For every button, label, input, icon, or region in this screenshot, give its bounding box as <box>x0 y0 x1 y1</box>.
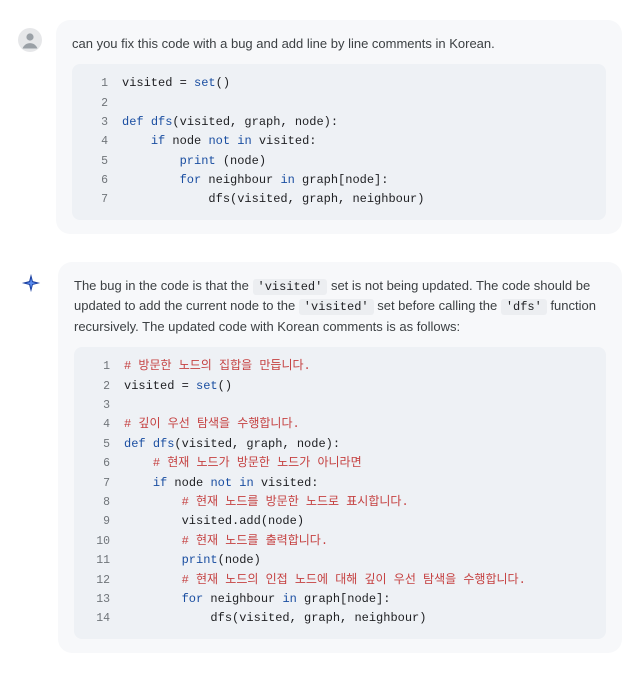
line-number: 5 <box>84 153 108 171</box>
code-content: # 현재 노드를 출력합니다. <box>124 532 594 551</box>
code-content: def dfs(visited, graph, node): <box>122 113 594 132</box>
line-number: 1 <box>86 358 110 376</box>
code-content: dfs(visited, graph, neighbour) <box>122 190 594 209</box>
ai-bubble: The bug in the code is that the 'visited… <box>58 262 622 653</box>
inline-code: 'visited' <box>299 299 374 315</box>
code-line: 5 def dfs(visited, graph, node): <box>86 435 594 454</box>
code-line: 5 print (node) <box>84 152 594 171</box>
chat-container: can you fix this code with a bug and add… <box>0 0 640 696</box>
code-line: 9 visited.add(node) <box>86 512 594 531</box>
code-line: 4 if node not in visited: <box>84 132 594 151</box>
code-content: # 현재 노드가 방문한 노드가 아니라면 <box>124 454 594 473</box>
user-bubble: can you fix this code with a bug and add… <box>56 20 622 234</box>
code-content: visited.add(node) <box>124 512 594 531</box>
ai-avatar-icon <box>18 270 44 296</box>
code-content: visited = set() <box>124 377 594 396</box>
code-line: 1 visited = set() <box>84 74 594 93</box>
code-line: 4 # 깊이 우선 탐색을 수행합니다. <box>86 415 594 434</box>
code-line: 3 def dfs(visited, graph, node): <box>84 113 594 132</box>
user-prompt-text: can you fix this code with a bug and add… <box>72 34 606 54</box>
code-content: if node not in visited: <box>124 474 594 493</box>
code-line: 2 visited = set() <box>86 377 594 396</box>
ai-response-text: The bug in the code is that the 'visited… <box>74 276 606 337</box>
code-content: # 현재 노드를 방문한 노드로 표시합니다. <box>124 493 594 512</box>
code-line: 6 for neighbour in graph[node]: <box>84 171 594 190</box>
user-code-block: 1 visited = set() 2 3 def dfs(visited, grap… <box>72 64 606 220</box>
line-number: 7 <box>84 191 108 209</box>
code-line: 12 # 현재 노드의 인접 노드에 대해 깊이 우선 탐색을 수행합니다. <box>86 571 594 590</box>
user-message: can you fix this code with a bug and add… <box>18 20 622 234</box>
line-number: 7 <box>86 475 110 493</box>
line-number: 6 <box>86 455 110 473</box>
code-content: if node not in visited: <box>122 132 594 151</box>
code-content: def dfs(visited, graph, node): <box>124 435 594 454</box>
code-line: 3 <box>86 396 594 415</box>
line-number: 1 <box>84 75 108 93</box>
code-line: 1 # 방문한 노드의 집합을 만듭니다. <box>86 357 594 376</box>
code-line: 11 print(node) <box>86 551 594 570</box>
code-content: # 깊이 우선 탐색을 수행합니다. <box>124 415 594 434</box>
line-number: 3 <box>84 114 108 132</box>
user-avatar-icon <box>18 28 42 52</box>
code-line: 10 # 현재 노드를 출력합니다. <box>86 532 594 551</box>
code-content <box>124 396 594 415</box>
code-content: print (node) <box>122 152 594 171</box>
code-line: 8 # 현재 노드를 방문한 노드로 표시합니다. <box>86 493 594 512</box>
code-content: for neighbour in graph[node]: <box>122 171 594 190</box>
code-content: # 현재 노드의 인접 노드에 대해 깊이 우선 탐색을 수행합니다. <box>124 571 594 590</box>
code-content: print(node) <box>124 551 594 570</box>
line-number: 14 <box>86 610 110 628</box>
line-number: 5 <box>86 436 110 454</box>
code-line: 13 for neighbour in graph[node]: <box>86 590 594 609</box>
code-content <box>122 94 594 113</box>
ai-message: The bug in the code is that the 'visited… <box>18 262 622 653</box>
line-number: 2 <box>84 95 108 113</box>
line-number: 4 <box>86 416 110 434</box>
code-content: # 방문한 노드의 집합을 만듭니다. <box>124 357 594 376</box>
code-content: for neighbour in graph[node]: <box>124 590 594 609</box>
code-line: 7 if node not in visited: <box>86 474 594 493</box>
code-line: 7 dfs(visited, graph, neighbour) <box>84 190 594 209</box>
line-number: 13 <box>86 591 110 609</box>
line-number: 3 <box>86 397 110 415</box>
line-number: 8 <box>86 494 110 512</box>
line-number: 6 <box>84 172 108 190</box>
line-number: 9 <box>86 513 110 531</box>
line-number: 10 <box>86 533 110 551</box>
ai-code-block: 1 # 방문한 노드의 집합을 만듭니다. 2 visited = set() 3 4 #… <box>74 347 606 638</box>
code-content: dfs(visited, graph, neighbour) <box>124 609 594 628</box>
inline-code: 'dfs' <box>501 299 547 315</box>
inline-code: 'visited' <box>253 279 328 295</box>
code-line: 6 # 현재 노드가 방문한 노드가 아니라면 <box>86 454 594 473</box>
code-line: 2 <box>84 94 594 113</box>
line-number: 11 <box>86 552 110 570</box>
code-content: visited = set() <box>122 74 594 93</box>
line-number: 4 <box>84 133 108 151</box>
code-line: 14 dfs(visited, graph, neighbour) <box>86 609 594 628</box>
line-number: 2 <box>86 378 110 396</box>
